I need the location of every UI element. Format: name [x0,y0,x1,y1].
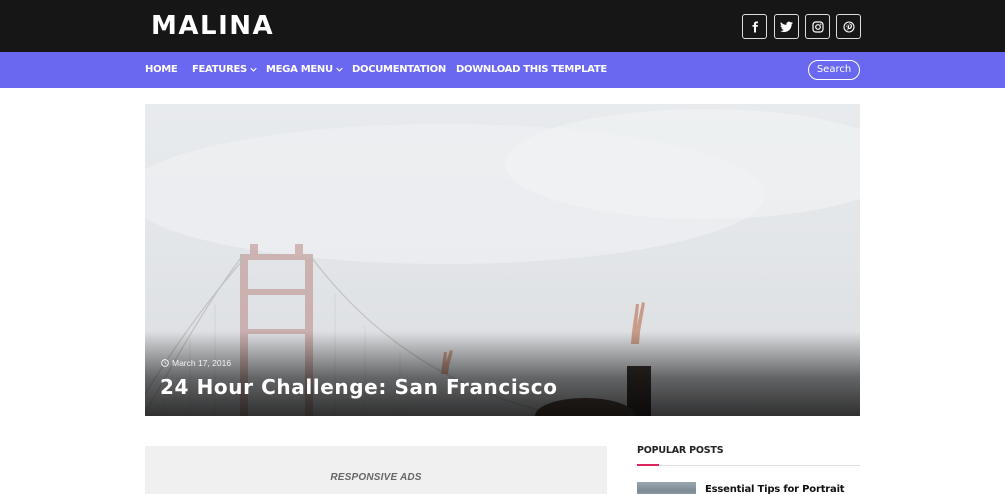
site-logo[interactable]: MALINA [151,10,274,42]
twitter-icon[interactable] [774,14,799,39]
featured-post-title[interactable]: 24 Hour Challenge: San Francisco [160,372,558,402]
nav-item-features[interactable]: FEATURES [192,52,257,88]
nav-item-label: MEGA MENU [266,64,333,75]
nav-item-home[interactable]: HOME [145,52,178,88]
heading-accent-bar [637,464,659,466]
nav-item-label: DOWNLOAD THIS TEMPLATE [456,64,607,75]
top-header: MALINA [0,0,1005,52]
post-thumbnail[interactable] [637,482,696,494]
divider [637,465,860,466]
search-button[interactable]: Search [808,60,860,80]
nav-item-mega-menu[interactable]: MEGA MENU [266,52,343,88]
popular-post-title[interactable]: Essential Tips for Portrait [705,484,845,494]
instagram-icon[interactable] [805,14,830,39]
nav-item-download-template[interactable]: DOWNLOAD THIS TEMPLATE [456,52,607,88]
ads-container: RESPONSIVE ADS [145,446,607,494]
chevron-down-icon [336,67,343,72]
pinterest-icon[interactable] [836,14,861,39]
nav-item-label: FEATURES [192,64,247,75]
facebook-icon[interactable] [742,14,767,39]
ads-label: RESPONSIVE ADS [330,472,422,483]
nav-item-documentation[interactable]: DOCUMENTATION [352,52,446,88]
nav-item-label: DOCUMENTATION [352,64,446,75]
nav-item-label: HOME [145,64,178,75]
clock-icon [161,359,169,367]
post-date: March 17, 2016 [161,358,231,368]
post-date-text: March 17, 2016 [172,358,232,368]
popular-posts-heading: POPULAR POSTS [637,445,724,456]
featured-post[interactable]: March 17, 2016 24 Hour Challenge: San Fr… [145,104,860,416]
chevron-down-icon [250,67,257,72]
